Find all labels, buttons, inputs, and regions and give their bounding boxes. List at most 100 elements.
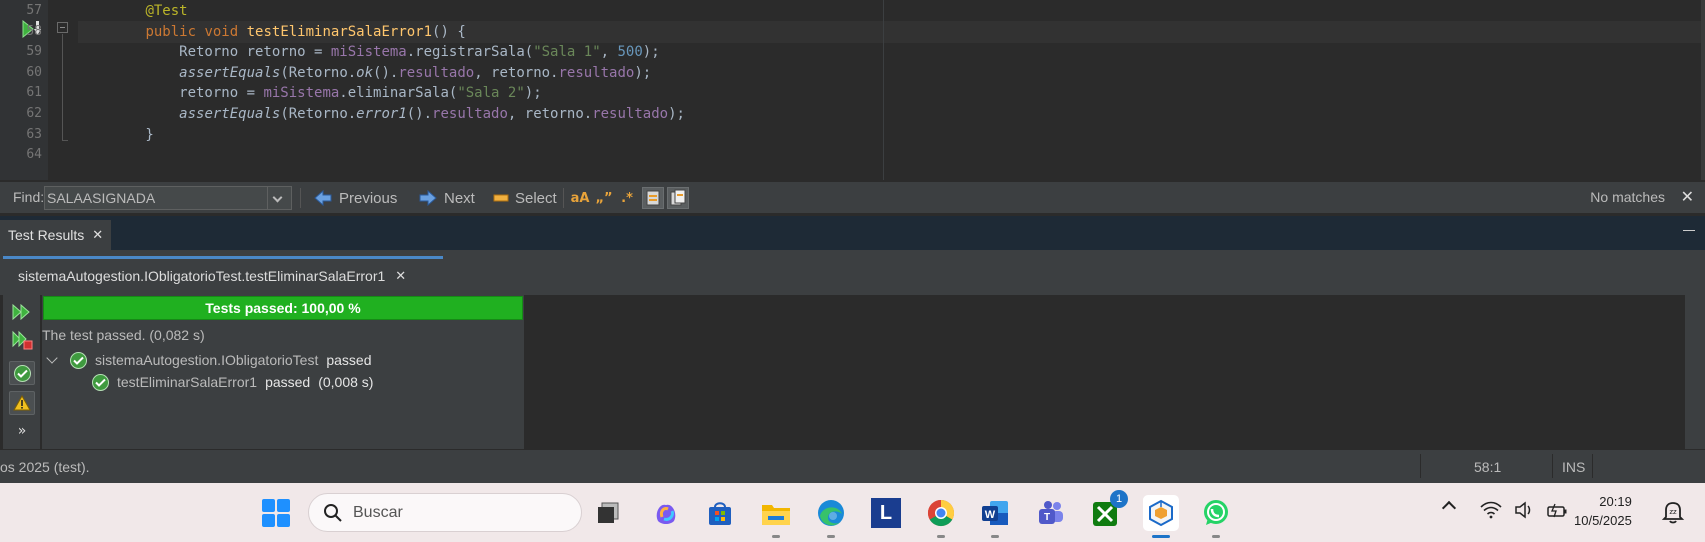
copilot-app[interactable] <box>648 495 684 531</box>
rerun-failed-button[interactable] <box>9 328 35 352</box>
previous-button[interactable]: Previous <box>313 187 397 209</box>
progress-label: Tests passed: 100,00 % <box>205 300 361 316</box>
test-results-tree: Tests passed: 100,00 % The test passed. … <box>42 295 525 449</box>
running-indicator <box>937 535 945 538</box>
test-results-window-header: Test Results ✕ <box>0 216 1705 250</box>
tab-test-session[interactable]: sistemaAutogestion.IObligatorioTest.test… <box>3 256 443 293</box>
status-message: os 2025 (test). <box>0 459 90 475</box>
svg-text:zz: zz <box>1669 508 1677 516</box>
windows-logo-tile <box>277 514 290 527</box>
rerun-button[interactable] <box>9 300 35 324</box>
code-token: "Sala 1" <box>533 44 601 60</box>
tab-test-results[interactable]: Test Results ✕ <box>0 220 112 250</box>
wrap-around-toggle[interactable] <box>667 187 689 209</box>
system-clock[interactable]: 20:19 10/5/2025 <box>1574 492 1632 530</box>
warning-icon <box>13 395 31 411</box>
line-number: 60 <box>26 65 42 80</box>
chevron-up-icon[interactable] <box>1441 500 1457 516</box>
match-case-icon[interactable]: aA <box>569 188 591 208</box>
tree-suite-row[interactable]: sistemaAutogestion.IObligatorioTest pass… <box>46 350 372 370</box>
task-view-button[interactable] <box>591 495 627 531</box>
code-line[interactable]: Retorno retorno = miSistema.registrarSal… <box>78 41 1705 63</box>
close-icon[interactable]: ✕ <box>1681 187 1694 206</box>
start-button[interactable] <box>262 499 290 527</box>
whole-words-icon[interactable]: „” <box>593 188 615 208</box>
microsoft-store-app[interactable] <box>702 495 738 531</box>
previous-label: Previous <box>339 189 398 207</box>
taskbar-search[interactable]: Buscar <box>308 493 582 532</box>
find-status: No matches <box>1590 189 1665 205</box>
fold-collapse-icon[interactable] <box>57 22 68 33</box>
code-line[interactable]: public void testEliminarSalaError1() { <box>78 21 1705 43</box>
caret-position[interactable]: 58:1 <box>1474 459 1501 475</box>
tab-test-results-label: Test Results <box>8 227 85 243</box>
code-token: () { <box>432 24 466 40</box>
whatsapp-app[interactable] <box>1198 495 1234 538</box>
word-app[interactable]: W <box>977 495 1013 538</box>
teams-app[interactable]: T <box>1032 495 1068 531</box>
netbeans-app[interactable] <box>1143 495 1179 538</box>
next-button[interactable]: Next <box>418 187 475 209</box>
chevron-down-icon[interactable] <box>46 352 58 364</box>
code-token: (Retorno. <box>280 106 357 122</box>
select-label: Select <box>515 189 557 207</box>
fold-guide-line <box>62 34 63 140</box>
code-area[interactable]: @Test public void testEliminarSalaError1… <box>78 0 1705 180</box>
code-line[interactable]: assertEquals(Retorno.error1().resultado,… <box>78 103 1705 125</box>
l-app[interactable]: L <box>868 495 904 531</box>
code-token: testEliminarSalaError1 <box>246 24 433 40</box>
line-number: 63 <box>26 127 42 142</box>
code-line[interactable]: retorno = miSistema.eliminarSala("Sala 2… <box>78 82 1705 104</box>
tree-test-row[interactable]: testEliminarSalaError1 passed (0,008 s) <box>92 372 373 392</box>
regex-icon[interactable]: .* <box>617 188 637 208</box>
show-passed-toggle[interactable] <box>9 361 35 385</box>
rerun-failed-icon <box>12 330 33 350</box>
code-token: public <box>145 24 197 40</box>
code-line[interactable]: @Test <box>78 0 1705 22</box>
fold-guide-end <box>62 140 68 141</box>
tab-test-session-label: sistemaAutogestion.IObligatorioTest.test… <box>18 268 386 284</box>
code-token: @Test <box>145 3 188 19</box>
close-icon[interactable]: ✕ <box>395 268 406 284</box>
windows-logo-tile <box>262 514 275 527</box>
more-actions-icon[interactable]: » <box>9 419 35 443</box>
chrome-app[interactable] <box>923 495 959 538</box>
code-line[interactable]: } <box>78 124 1705 146</box>
code-line[interactable] <box>78 144 1705 166</box>
notification-bell-icon[interactable]: zz <box>1660 499 1686 525</box>
code-token: ); <box>668 106 685 122</box>
code-token: (). <box>373 65 399 81</box>
show-warnings-toggle[interactable] <box>9 391 35 415</box>
clock-date: 10/5/2025 <box>1574 513 1632 528</box>
find-history-dropdown[interactable] <box>268 186 292 210</box>
status-separator <box>1592 454 1593 478</box>
previous-arrow-icon <box>314 189 332 207</box>
select-button[interactable]: Select <box>493 187 557 209</box>
battery-icon[interactable] <box>1546 501 1570 519</box>
wifi-icon[interactable] <box>1480 501 1502 519</box>
code-editor[interactable]: 57 58 59 60 61 62 63 64 @Test public void testE… <box>0 0 1705 180</box>
edge-browser-app[interactable] <box>813 495 849 538</box>
code-line[interactable]: assertEquals(Retorno.ok().resultado, ret… <box>78 62 1705 84</box>
close-icon[interactable]: ✕ <box>92 227 103 243</box>
test-output-scrollbar[interactable] <box>1685 295 1705 449</box>
highlight-results-toggle[interactable] <box>642 187 664 209</box>
code-token: } <box>78 127 154 143</box>
editor-scrollbar[interactable] <box>1701 0 1705 180</box>
find-input[interactable] <box>44 186 268 210</box>
code-token: ); <box>642 44 660 60</box>
insert-mode[interactable]: INS <box>1562 459 1585 475</box>
volume-icon[interactable] <box>1514 501 1534 519</box>
xbox-app[interactable]: 1 <box>1088 490 1128 531</box>
code-token: , retorno. <box>507 106 593 122</box>
suite-name: sistemaAutogestion.IObligatorioTest <box>95 352 319 368</box>
test-progress-bar: Tests passed: 100,00 % <box>43 296 523 320</box>
chrome-icon <box>927 499 955 527</box>
minimize-icon[interactable] <box>1683 230 1695 231</box>
edge-icon <box>818 500 844 526</box>
test-output-pane[interactable] <box>543 295 1685 449</box>
file-explorer-app[interactable] <box>758 495 794 538</box>
